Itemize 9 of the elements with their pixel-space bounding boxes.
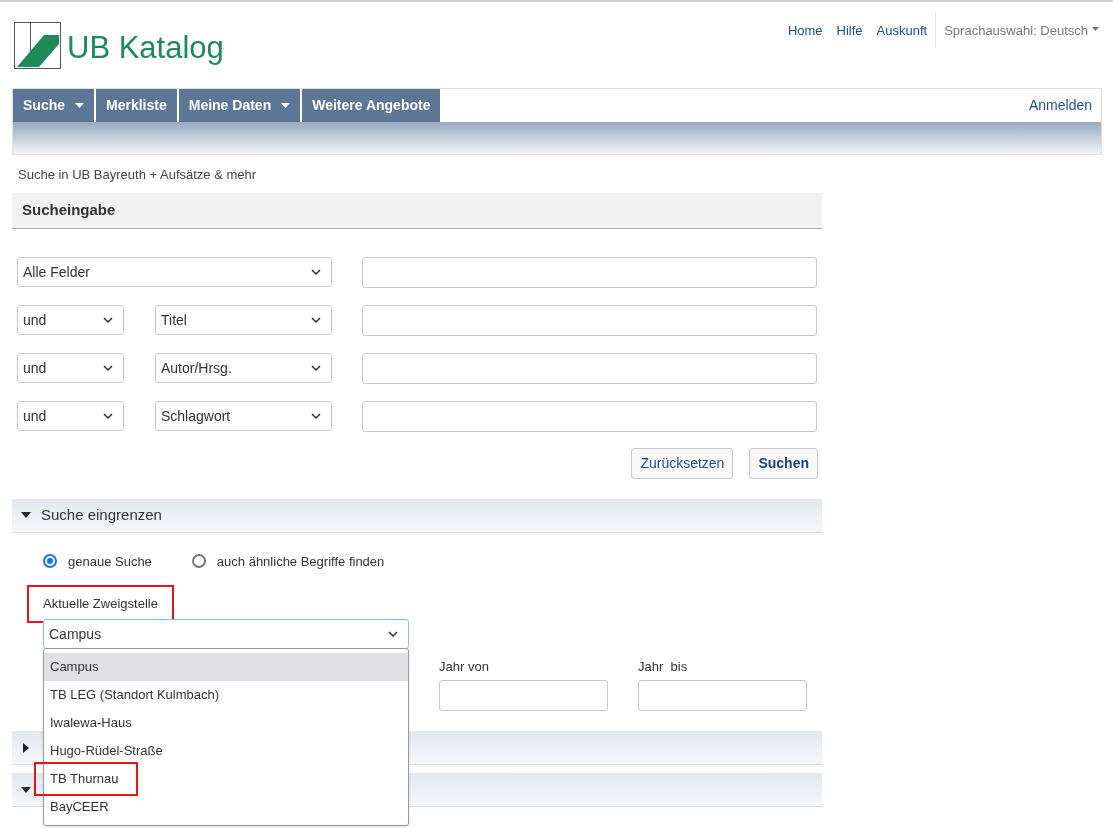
section-title: Suche eingrenzen xyxy=(41,504,162,525)
radio-label: auch ähnliche Begriffe finden xyxy=(216,552,385,571)
field-label: Jahr von xyxy=(439,658,490,674)
breadcrumb: Suche in UB Bayreuth + Aufsätze & mehr xyxy=(17,166,258,184)
field-label: Jahr bis xyxy=(638,658,689,674)
site-title: UB Katalog xyxy=(67,29,224,67)
section-title: Sucheingabe xyxy=(22,199,116,220)
field-label: Aktuelle Zweigstelle xyxy=(29,587,172,621)
radio-label: genaue Suche xyxy=(68,552,152,571)
